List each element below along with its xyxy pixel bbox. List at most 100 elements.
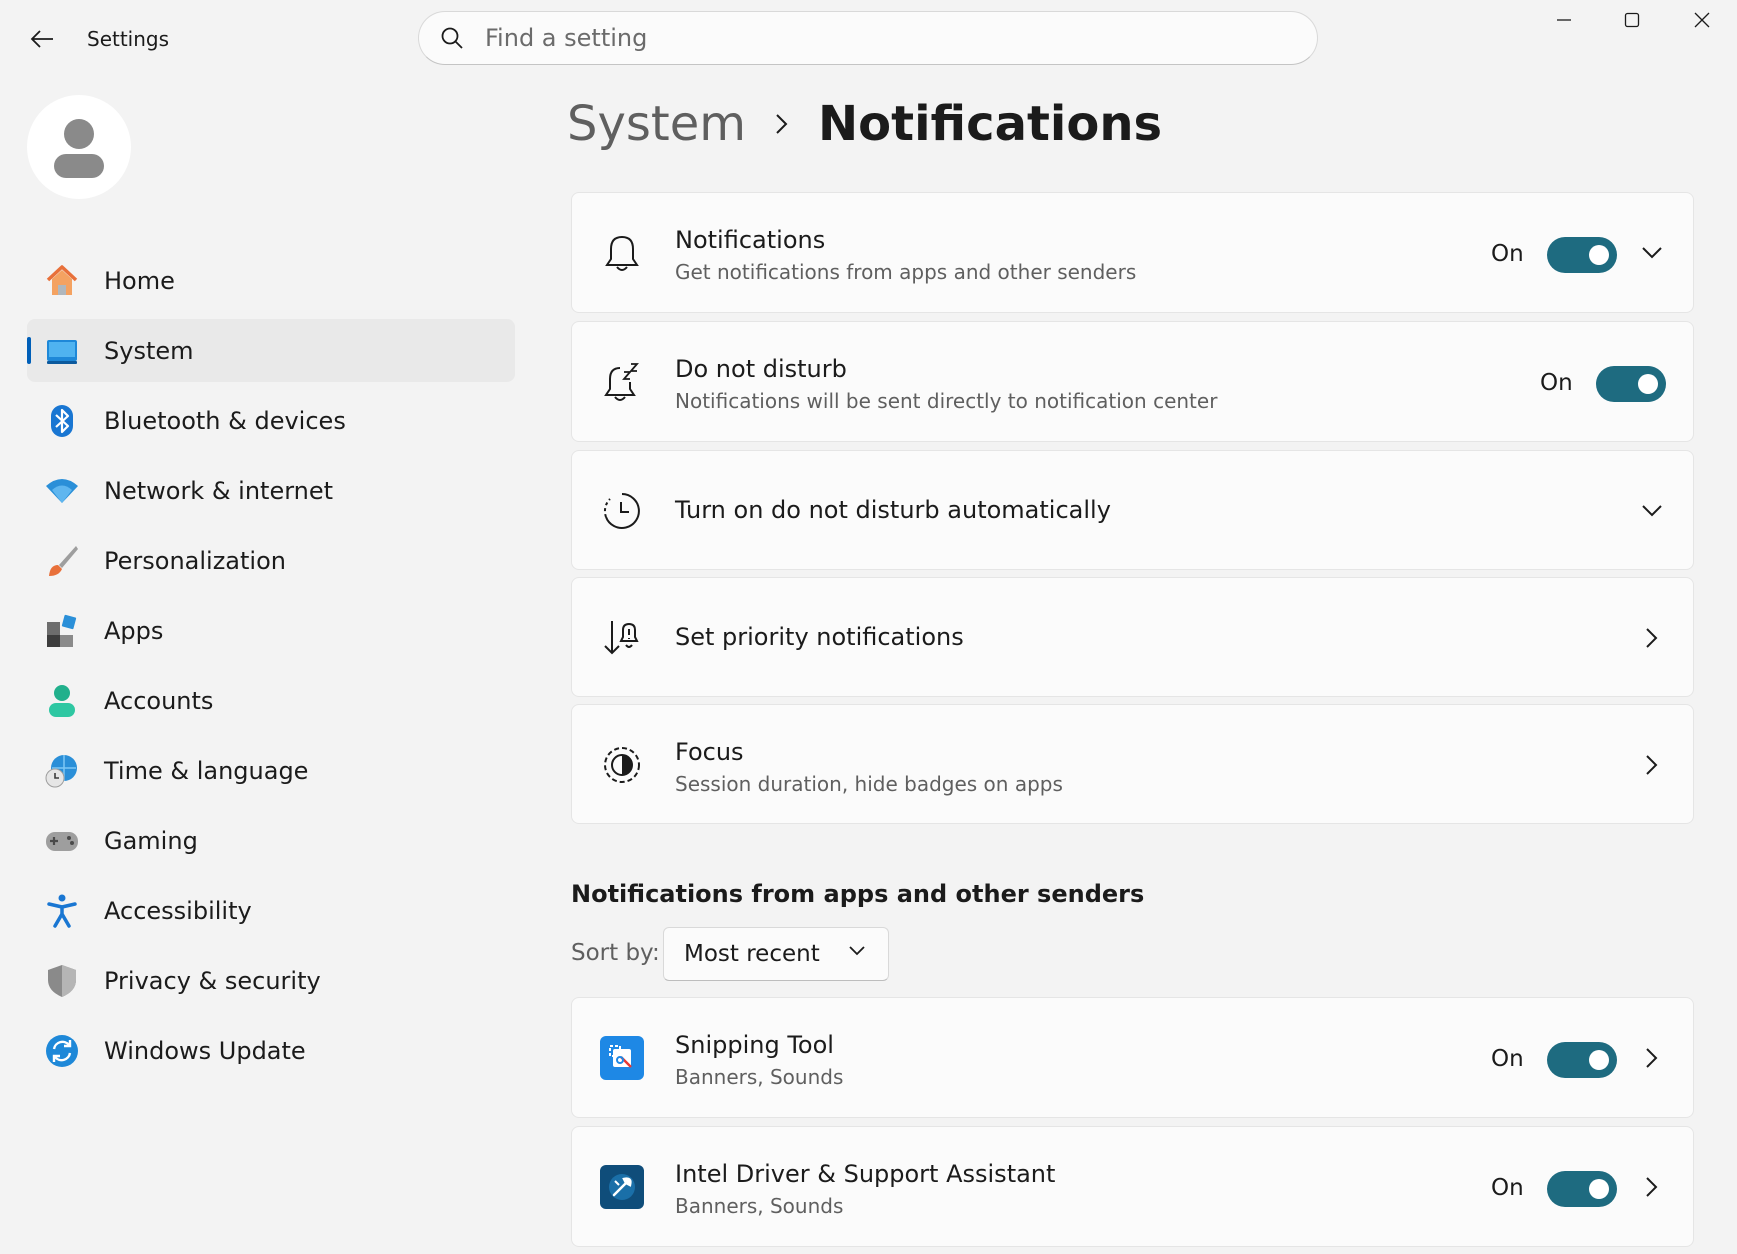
sidebar-item-label: Windows Update <box>104 1036 306 1065</box>
notifications-subtitle: Get notifications from apps and other se… <box>675 260 1137 284</box>
sidebar-item-label: Network & internet <box>104 476 334 505</box>
minimize-icon <box>1557 19 1571 21</box>
focus-card[interactable]: Focus Session duration, hide badges on a… <box>571 704 1694 824</box>
sidebar-item-label: Gaming <box>104 826 198 855</box>
app-name: Intel Driver & Support Assistant <box>675 1160 1056 1188</box>
apps-icon <box>43 612 81 650</box>
sidebar-item-apps[interactable]: Apps <box>27 599 515 662</box>
priority-title: Set priority notifications <box>675 623 964 651</box>
app-subtitle: Banners, Sounds <box>675 1194 844 1218</box>
notifications-card[interactable]: Notifications Get notifications from app… <box>571 192 1694 313</box>
sidebar-nav: Home System Bluetooth & devices Network … <box>27 249 515 1089</box>
dnd-state: On <box>1540 370 1573 396</box>
sidebar-item-label: System <box>104 336 194 365</box>
chevron-right-icon <box>774 112 790 136</box>
sort-selected-value: Most recent <box>684 941 820 967</box>
accounts-icon <box>43 682 81 720</box>
sidebar-item-system[interactable]: System <box>27 319 515 382</box>
wifi-icon <box>43 472 81 510</box>
user-icon <box>54 119 104 178</box>
dnd-subtitle: Notifications will be sent directly to n… <box>675 389 1218 413</box>
sidebar-item-label: Accounts <box>104 686 214 715</box>
update-icon <box>43 1032 81 1070</box>
bell-snooze-icon <box>602 362 642 402</box>
chevron-right-icon <box>1638 1173 1666 1201</box>
sidebar-item-label: Personalization <box>104 546 286 575</box>
auto-dnd-card[interactable]: Turn on do not disturb automatically <box>571 450 1694 570</box>
gamepad-icon <box>43 822 81 860</box>
sidebar-item-label: Time & language <box>104 756 309 785</box>
dnd-toggle[interactable] <box>1596 366 1666 402</box>
sidebar-item-bluetooth[interactable]: Bluetooth & devices <box>27 389 515 452</box>
globe-clock-icon <box>43 752 81 790</box>
accessibility-icon <box>43 892 81 930</box>
focus-title: Focus <box>675 738 744 766</box>
maximize-button[interactable] <box>1599 0 1665 40</box>
app-state: On <box>1491 1175 1524 1201</box>
chevron-down-icon[interactable] <box>1638 497 1666 525</box>
home-icon <box>43 262 81 300</box>
search-input[interactable] <box>485 24 1265 52</box>
chevron-right-icon <box>1638 751 1666 779</box>
sidebar-item-label: Apps <box>104 616 164 645</box>
sidebar-item-label: Privacy & security <box>104 966 321 995</box>
notifications-state: On <box>1491 241 1524 267</box>
close-button[interactable] <box>1669 0 1735 40</box>
app-name: Snipping Tool <box>675 1031 834 1059</box>
snipping-tool-icon <box>600 1036 644 1080</box>
chevron-right-icon <box>1638 624 1666 652</box>
shield-icon <box>43 962 81 1000</box>
priority-sort-icon <box>602 618 642 658</box>
sidebar-item-privacy-security[interactable]: Privacy & security <box>27 949 515 1012</box>
sidebar-item-label: Bluetooth & devices <box>104 406 346 435</box>
chevron-down-icon <box>848 942 866 961</box>
sidebar-item-network[interactable]: Network & internet <box>27 459 515 522</box>
back-arrow-icon <box>30 30 53 48</box>
page-title: Notifications <box>818 96 1163 152</box>
minimize-button[interactable] <box>1531 0 1597 40</box>
search-box[interactable] <box>418 11 1318 65</box>
notifications-title: Notifications <box>675 226 826 254</box>
notifications-toggle[interactable] <box>1547 237 1617 273</box>
intel-dsa-toggle[interactable] <box>1547 1171 1617 1207</box>
intel-dsa-icon <box>600 1165 644 1209</box>
snipping-tool-toggle[interactable] <box>1547 1042 1617 1078</box>
sidebar-item-accounts[interactable]: Accounts <box>27 669 515 732</box>
priority-notifications-card[interactable]: Set priority notifications <box>571 577 1694 697</box>
sidebar-item-time-language[interactable]: Time & language <box>27 739 515 802</box>
maximize-icon <box>1624 12 1640 28</box>
focus-subtitle: Session duration, hide badges on apps <box>675 772 1063 796</box>
close-icon <box>1694 12 1710 28</box>
sidebar-item-windows-update[interactable]: Windows Update <box>27 1019 515 1082</box>
brush-icon <box>43 542 81 580</box>
dnd-title: Do not disturb <box>675 355 847 383</box>
sidebar-item-personalization[interactable]: Personalization <box>27 529 515 592</box>
avatar[interactable] <box>27 95 131 199</box>
app-title: Settings <box>87 27 170 51</box>
apps-section-heading: Notifications from apps and other sender… <box>571 880 1145 908</box>
app-row-snipping-tool[interactable]: Snipping Tool Banners, Sounds On <box>571 997 1694 1118</box>
sidebar-item-label: Home <box>104 266 175 295</box>
chevron-down-icon[interactable] <box>1638 239 1666 267</box>
bell-icon <box>602 233 642 273</box>
sidebar-item-label: Accessibility <box>104 896 252 925</box>
auto-dnd-title: Turn on do not disturb automatically <box>675 496 1111 524</box>
system-icon <box>43 332 81 370</box>
focus-icon <box>602 745 642 785</box>
app-subtitle: Banners, Sounds <box>675 1065 844 1089</box>
clock-icon <box>602 491 642 531</box>
title-bar: Settings <box>0 0 1737 78</box>
sort-dropdown[interactable]: Most recent <box>663 927 889 981</box>
sidebar-item-gaming[interactable]: Gaming <box>27 809 515 872</box>
profile-name-redacted <box>150 118 450 178</box>
sort-label: Sort by: <box>571 940 660 966</box>
breadcrumb-parent[interactable]: System <box>567 96 746 152</box>
bluetooth-icon <box>43 402 81 440</box>
breadcrumb: System Notifications <box>567 96 1162 152</box>
chevron-right-icon <box>1638 1044 1666 1072</box>
sidebar-item-accessibility[interactable]: Accessibility <box>27 879 515 942</box>
back-button[interactable] <box>22 22 62 56</box>
app-row-intel-dsa[interactable]: Intel Driver & Support Assistant Banners… <box>571 1126 1694 1247</box>
sidebar-item-home[interactable]: Home <box>27 249 515 312</box>
do-not-disturb-card: Do not disturb Notifications will be sen… <box>571 321 1694 442</box>
